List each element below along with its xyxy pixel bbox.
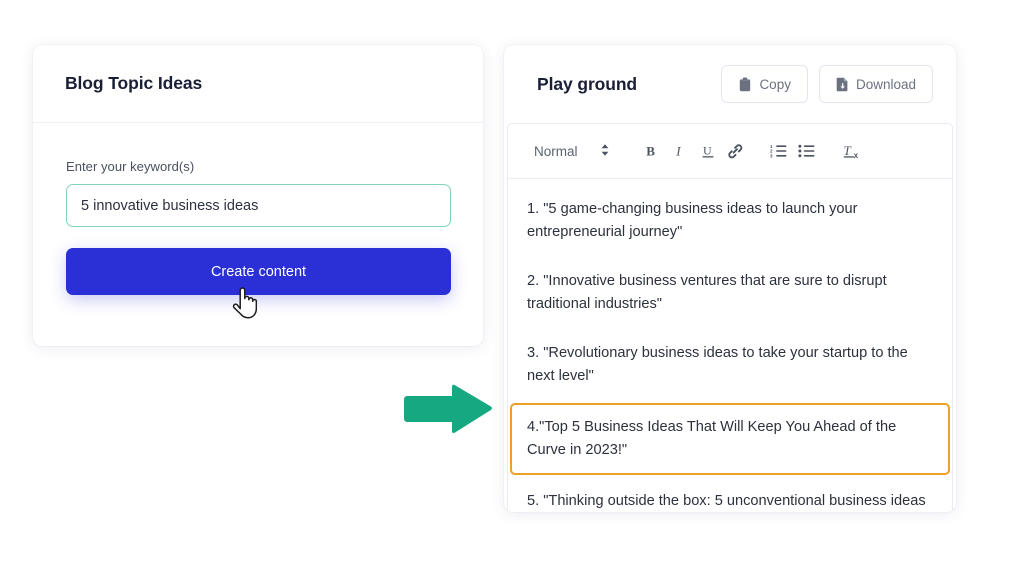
clear-formatting-icon[interactable]: T x [839,137,867,165]
text-style-select-value: Normal [534,143,578,159]
keyword-field-label: Enter your keyword(s) [66,159,195,174]
copy-button[interactable]: Copy [721,65,808,103]
bullet-list-icon[interactable] [793,137,821,165]
playground-header-actions: Copy Download [721,65,933,103]
blog-topic-ideas-card: Blog Topic Ideas Enter your keyword(s) C… [33,45,483,346]
rich-text-editor: Normal B I U 1 2 3 T x 1. "5 game-changi… [507,123,953,512]
editor-toolbar: Normal B I U 1 2 3 T x [508,124,952,179]
text-style-select[interactable]: Normal [534,143,610,160]
underline-icon[interactable]: U [694,137,722,165]
content-line[interactable]: 1. "5 game-changing business ideas to la… [510,185,950,257]
green-right-arrow [402,383,494,435]
content-line[interactable]: 2. "Innovative business ventures that ar… [510,257,950,329]
content-line[interactable]: 3. "Revolutionary business ideas to take… [510,329,950,401]
file-download-icon [836,77,849,92]
svg-text:U: U [703,144,712,158]
clipboard-icon [738,77,752,92]
keyword-input[interactable] [66,184,451,227]
svg-text:x: x [854,151,859,160]
content-line[interactable]: 5. "Thinking outside the box: 5 unconven… [510,477,950,512]
left-card-header: Blog Topic Ideas [33,45,483,123]
screenshot-stage: Blog Topic Ideas Enter your keyword(s) C… [0,0,1024,576]
ordered-list-icon[interactable]: 1 2 3 [765,137,793,165]
generated-content-list: 1. "5 game-changing business ideas to la… [508,179,952,512]
link-icon[interactable] [722,137,750,165]
italic-icon[interactable]: I [666,137,694,165]
left-card-body: Enter your keyword(s) Create content [33,123,483,295]
svg-text:T: T [844,143,852,158]
playground-header: Play ground Copy Download [504,45,956,123]
up-down-chevron-icon [600,143,610,160]
bold-icon[interactable]: B [638,137,666,165]
create-content-button[interactable]: Create content [66,248,451,295]
content-line-highlighted[interactable]: 4."Top 5 Business Ideas That Will Keep Y… [510,403,950,475]
download-button[interactable]: Download [818,65,933,103]
download-button-label: Download [855,76,916,92]
playground-title: Play ground [537,73,638,94]
playground-card: Play ground Copy Download Normal B I U 1… [504,45,956,512]
svg-text:B: B [646,144,655,159]
svg-text:I: I [675,144,681,159]
copy-button-label: Copy [759,76,791,92]
page-title: Blog Topic Ideas [65,73,203,93]
svg-text:3: 3 [770,153,773,158]
